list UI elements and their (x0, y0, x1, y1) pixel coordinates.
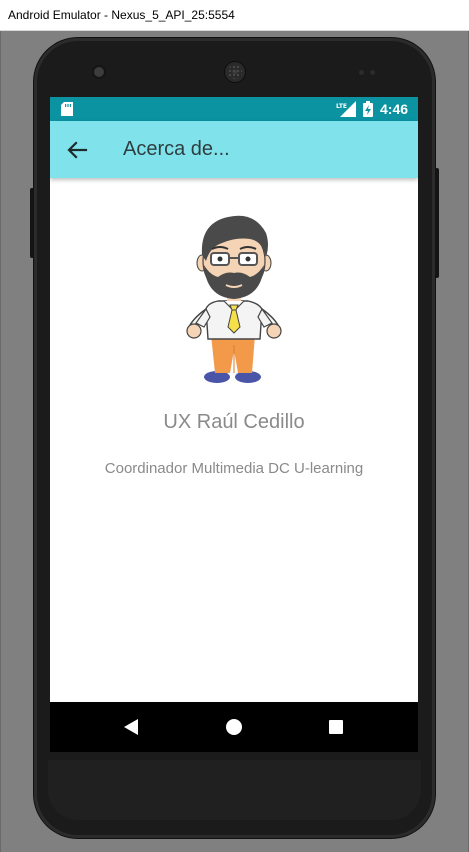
window-border-left (0, 31, 1, 852)
page-title: Acerca de... (123, 138, 230, 160)
status-clock: 4:46 (380, 101, 409, 117)
device-screen: LTE 4:46 Acerca de... UX Raúl Cedillo Co… (50, 97, 418, 752)
cartoon-avatar-icon (186, 215, 282, 383)
light-sensor (370, 70, 375, 75)
profile-name: UX Raúl Cedillo (163, 411, 305, 433)
triangle-back-icon[interactable] (122, 718, 140, 736)
front-camera (94, 67, 104, 77)
profile-role: Coordinador Multimedia DC U-learning (104, 460, 364, 477)
square-recents-icon[interactable] (329, 720, 343, 734)
proximity-sensor (359, 70, 364, 75)
sd-card-icon (61, 102, 73, 116)
battery-charging-icon (363, 101, 373, 117)
window-title: Android Emulator - Nexus_5_API_25:5554 (8, 8, 235, 22)
circle-home-icon[interactable] (226, 719, 242, 735)
app-bar: Acerca de... (50, 121, 418, 178)
back-arrow-icon[interactable] (64, 137, 90, 163)
status-bar: LTE 4:46 (50, 97, 418, 121)
phone-chin (48, 760, 421, 820)
navigation-bar (50, 702, 418, 752)
volume-button[interactable] (435, 168, 439, 278)
window-title-bar: Android Emulator - Nexus_5_API_25:5554 (0, 0, 469, 31)
speaker-grille (225, 62, 245, 82)
lte-signal-icon: LTE (336, 101, 356, 117)
svg-text:LTE: LTE (336, 103, 347, 110)
power-button[interactable] (30, 188, 34, 258)
